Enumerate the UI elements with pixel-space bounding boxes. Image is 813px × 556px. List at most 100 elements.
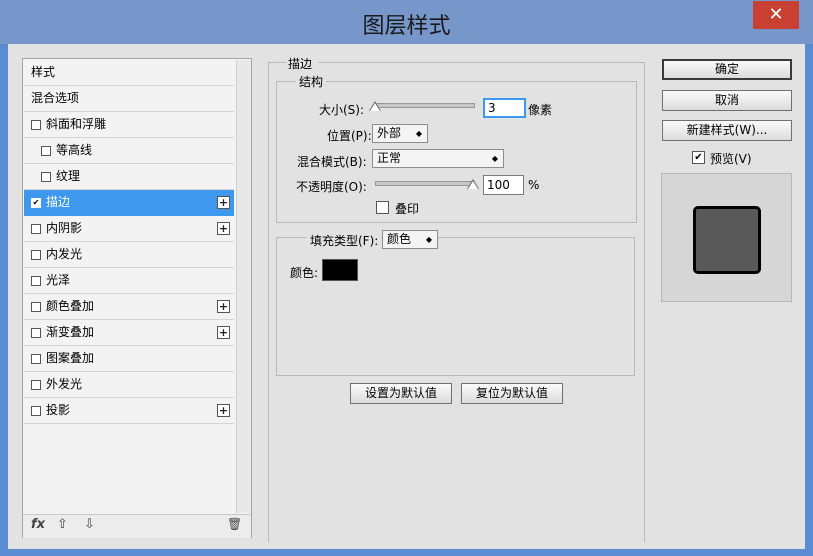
style-item-checkbox[interactable] bbox=[31, 276, 41, 286]
size-slider-handle-fill bbox=[370, 103, 380, 111]
style-item-label: 渐变叠加 bbox=[46, 325, 95, 339]
style-item[interactable]: 等高线 bbox=[24, 138, 234, 164]
style-item-label: 纹理 bbox=[56, 169, 81, 183]
style-item-checkbox[interactable] bbox=[31, 406, 41, 416]
style-item-checkbox[interactable] bbox=[31, 224, 41, 234]
style-item-label: 光泽 bbox=[46, 273, 71, 287]
plus-icon[interactable]: + bbox=[217, 222, 230, 235]
style-item[interactable]: 渐变叠加 + bbox=[24, 320, 234, 346]
style-item-label: 图案叠加 bbox=[46, 351, 95, 365]
styles-list-scrollbar[interactable] bbox=[236, 60, 251, 513]
style-item-checkbox[interactable] bbox=[31, 302, 41, 312]
plus-icon[interactable]: + bbox=[217, 196, 230, 209]
ok-button[interactable]: 确定 bbox=[662, 59, 792, 80]
style-item[interactable]: 内阴影 + bbox=[24, 216, 234, 242]
section-border-right bbox=[644, 62, 645, 542]
style-item[interactable]: 混合选项 bbox=[24, 86, 234, 112]
move-down-button[interactable]: ⇩ bbox=[84, 517, 95, 532]
opacity-slider-handle-fill bbox=[468, 181, 478, 189]
style-item[interactable]: 斜面和浮雕 bbox=[24, 112, 234, 138]
fill-type-select-value: 颜色 bbox=[387, 232, 412, 246]
position-select-value: 外部 bbox=[377, 126, 402, 140]
updown-icon: ◆ bbox=[491, 154, 498, 163]
style-item[interactable]: 纹理 bbox=[24, 164, 234, 190]
delete-button[interactable]: 🗑 bbox=[227, 517, 242, 531]
set-default-button[interactable]: 设置为默认值 bbox=[350, 383, 452, 404]
preview-label: 预览(V) bbox=[710, 152, 752, 166]
style-item-checkbox[interactable] bbox=[31, 250, 41, 260]
opacity-input[interactable]: 100 bbox=[483, 175, 524, 195]
style-item-label: 混合选项 bbox=[31, 91, 80, 105]
style-item[interactable]: ✔ 描边 + bbox=[24, 190, 234, 216]
new-style-button[interactable]: 新建样式(W)... bbox=[662, 120, 792, 141]
preview-swatch bbox=[693, 206, 761, 274]
style-item[interactable]: 颜色叠加 + bbox=[24, 294, 234, 320]
position-label: 位置(P): bbox=[327, 129, 372, 143]
plus-icon[interactable]: + bbox=[217, 300, 230, 313]
blend-mode-select[interactable]: 正常 ◆ bbox=[372, 149, 504, 168]
style-item-label: 描边 bbox=[46, 195, 71, 209]
style-item-checkbox[interactable]: ✔ bbox=[31, 198, 41, 208]
size-slider-track[interactable] bbox=[375, 103, 475, 108]
style-item-checkbox[interactable] bbox=[41, 146, 51, 156]
style-item-label: 内发光 bbox=[46, 247, 83, 261]
window-title: 图层样式 bbox=[362, 14, 451, 39]
section-divider-left bbox=[268, 62, 286, 63]
close-button[interactable]: ✕ bbox=[753, 1, 799, 29]
plus-icon[interactable]: + bbox=[217, 404, 230, 417]
style-item-checkbox[interactable] bbox=[41, 172, 51, 182]
style-item-label: 外发光 bbox=[46, 377, 83, 391]
arrow-down-icon: ⇩ bbox=[84, 517, 95, 532]
styles-list-panel: 样式混合选项斜面和浮雕等高线纹理 ✔ 描边 + 内阴影 + 内发光光泽颜色叠加 + 渐变叠加 + 图… bbox=[22, 58, 252, 538]
fx-button[interactable]: fx bbox=[31, 517, 45, 532]
style-item-label: 等高线 bbox=[56, 143, 93, 157]
style-item-label: 投影 bbox=[46, 403, 71, 417]
style-item-label: 内阴影 bbox=[46, 221, 83, 235]
fill-type-label: 填充类型(F): bbox=[307, 232, 382, 249]
size-input[interactable]: 3 bbox=[483, 98, 526, 118]
move-up-button[interactable]: ⇧ bbox=[57, 517, 68, 532]
color-label: 颜色: bbox=[290, 266, 319, 280]
overprint-checkbox[interactable] bbox=[376, 201, 389, 214]
style-item[interactable]: 光泽 bbox=[24, 268, 234, 294]
blend-mode-select-value: 正常 bbox=[377, 151, 402, 165]
structure-group-title: 结构 bbox=[296, 73, 327, 90]
close-icon: ✕ bbox=[768, 4, 784, 25]
style-item-checkbox[interactable] bbox=[31, 354, 41, 364]
section-border-left bbox=[268, 62, 269, 542]
arrow-up-icon: ⇧ bbox=[57, 517, 68, 532]
updown-icon: ◆ bbox=[415, 129, 422, 138]
size-label: 大小(S): bbox=[319, 103, 365, 117]
style-item[interactable]: 图案叠加 bbox=[24, 346, 234, 372]
style-item[interactable]: 样式 bbox=[24, 60, 234, 86]
updown-icon: ◆ bbox=[425, 235, 432, 244]
preview-checkbox[interactable]: ✔ bbox=[692, 151, 705, 164]
opacity-unit: % bbox=[528, 178, 540, 192]
blend-mode-label: 混合模式(B): bbox=[297, 155, 367, 169]
style-item-checkbox[interactable] bbox=[31, 380, 41, 390]
stroke-section-title: 描边 bbox=[288, 57, 313, 71]
opacity-label: 不透明度(O): bbox=[296, 180, 367, 194]
opacity-slider-track[interactable] bbox=[375, 181, 475, 186]
position-select[interactable]: 外部 ◆ bbox=[372, 124, 428, 143]
overprint-label: 叠印 bbox=[395, 202, 420, 216]
fill-group bbox=[276, 237, 635, 376]
plus-icon[interactable]: + bbox=[217, 326, 230, 339]
cancel-button[interactable]: 取消 bbox=[662, 90, 792, 111]
style-item-label: 斜面和浮雕 bbox=[46, 117, 107, 131]
style-item-checkbox[interactable] bbox=[31, 328, 41, 338]
reset-default-button[interactable]: 复位为默认值 bbox=[461, 383, 563, 404]
fx-icon: fx bbox=[31, 517, 46, 532]
fill-type-select[interactable]: 颜色 ◆ bbox=[382, 230, 438, 249]
trash-icon: 🗑 bbox=[227, 517, 243, 531]
styles-list-toolbar: fx ⇧ ⇩ 🗑 bbox=[23, 514, 251, 538]
style-item[interactable]: 外发光 bbox=[24, 372, 234, 398]
style-item[interactable]: 内发光 bbox=[24, 242, 234, 268]
style-item[interactable]: 投影 + bbox=[24, 398, 234, 424]
preview-area bbox=[661, 173, 792, 302]
style-item-checkbox[interactable] bbox=[31, 120, 41, 130]
style-item-label: 样式 bbox=[31, 65, 56, 79]
color-swatch[interactable] bbox=[322, 259, 358, 281]
section-divider-right bbox=[318, 62, 644, 63]
style-item-label: 颜色叠加 bbox=[46, 299, 95, 313]
